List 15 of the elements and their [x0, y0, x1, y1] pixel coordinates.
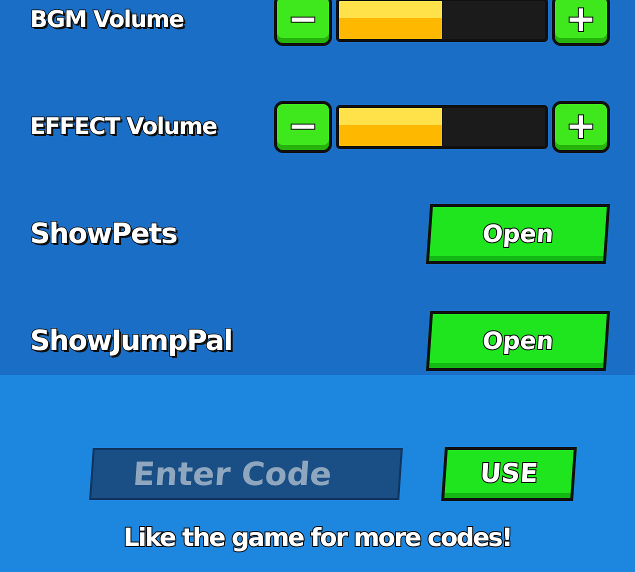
volume-track[interactable] [336, 104, 548, 148]
minus-button[interactable]: − [274, 100, 332, 152]
volume-track[interactable] [336, 0, 548, 42]
open-button[interactable]: Open [426, 310, 610, 370]
setting-label: ShowJumpPal [30, 324, 232, 357]
minus-button[interactable]: − [274, 0, 332, 46]
plus-button[interactable]: + [552, 100, 610, 152]
plus-button[interactable]: + [552, 0, 610, 46]
setting-label: BGM Volume [30, 6, 184, 32]
codes-hint: Like the game for more codes! [124, 523, 512, 552]
use-button[interactable]: USE [440, 447, 576, 501]
open-button[interactable]: Open [426, 204, 610, 264]
setting-label: EFFECT Volume [30, 114, 217, 140]
setting-label: ShowPets [30, 217, 177, 250]
code-input-field[interactable]: Enter Code [88, 448, 402, 500]
